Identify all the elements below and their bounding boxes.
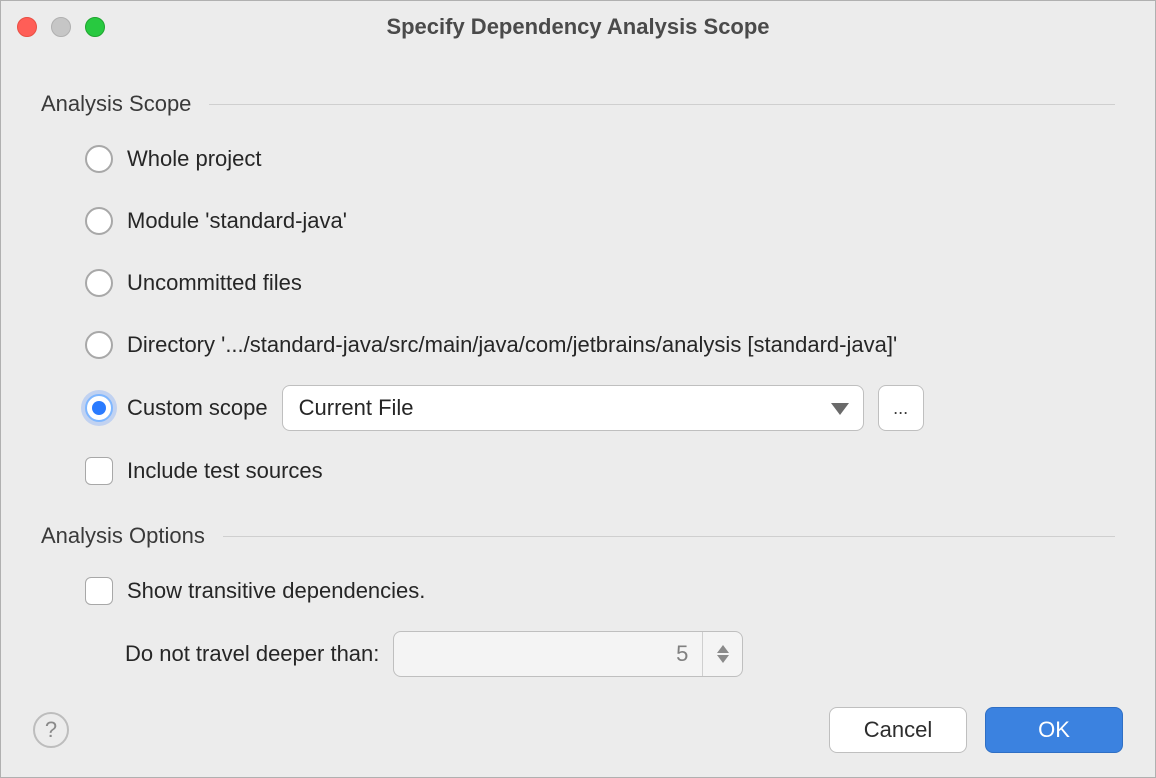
help-button[interactable]: ? — [33, 712, 69, 748]
radio-whole-project[interactable] — [85, 145, 113, 173]
depth-label: Do not travel deeper than: — [125, 641, 379, 667]
cancel-button-label: Cancel — [864, 717, 932, 743]
radio-custom-scope[interactable] — [85, 394, 113, 422]
chevron-down-icon[interactable] — [717, 655, 729, 663]
window-controls — [17, 17, 105, 37]
depth-row: Do not travel deeper than: 5 — [125, 631, 1115, 677]
titlebar: Specify Dependency Analysis Scope — [1, 1, 1155, 53]
chevron-up-icon[interactable] — [717, 645, 729, 653]
radio-uncommitted-label: Uncommitted files — [127, 270, 302, 296]
minimize-icon[interactable] — [51, 17, 71, 37]
include-test-sources-label: Include test sources — [127, 458, 323, 484]
custom-scope-dropdown[interactable]: Current File — [282, 385, 864, 431]
radio-directory-row[interactable]: Directory '.../standard-java/src/main/ja… — [85, 323, 1115, 367]
radio-uncommitted-row[interactable]: Uncommitted files — [85, 261, 1115, 305]
spinner-arrows[interactable] — [702, 632, 742, 676]
radio-custom-scope-label: Custom scope — [127, 395, 268, 421]
include-tests-row[interactable]: Include test sources — [85, 449, 1115, 493]
custom-scope-dropdown-value: Current File — [299, 395, 414, 421]
analysis-options-section-header: Analysis Options — [41, 523, 1115, 549]
ok-button[interactable]: OK — [985, 707, 1123, 753]
maximize-icon[interactable] — [85, 17, 105, 37]
depth-spinner[interactable]: 5 — [393, 631, 743, 677]
ellipsis-icon: ... — [893, 398, 908, 419]
radio-whole-project-row[interactable]: Whole project — [85, 137, 1115, 181]
ok-button-label: OK — [1038, 717, 1070, 743]
help-icon: ? — [45, 717, 57, 743]
radio-module[interactable] — [85, 207, 113, 235]
dialog-footer: ? Cancel OK — [1, 691, 1155, 777]
radio-directory[interactable] — [85, 331, 113, 359]
close-icon[interactable] — [17, 17, 37, 37]
radio-whole-project-label: Whole project — [127, 146, 262, 172]
separator-line — [209, 104, 1115, 105]
cancel-button[interactable]: Cancel — [829, 707, 967, 753]
chevron-down-icon — [831, 395, 849, 421]
radio-module-row[interactable]: Module 'standard-java' — [85, 199, 1115, 243]
show-transitive-checkbox[interactable] — [85, 577, 113, 605]
analysis-scope-section-header: Analysis Scope — [41, 91, 1115, 117]
radio-custom-scope-row[interactable]: Custom scope Current File ... — [85, 385, 1115, 431]
radio-module-label: Module 'standard-java' — [127, 208, 347, 234]
show-transitive-label: Show transitive dependencies. — [127, 578, 425, 604]
show-transitive-row[interactable]: Show transitive dependencies. — [85, 569, 1115, 613]
dependency-analysis-scope-dialog: Specify Dependency Analysis Scope Analys… — [0, 0, 1156, 778]
dialog-title: Specify Dependency Analysis Scope — [1, 14, 1155, 40]
analysis-options-label: Analysis Options — [41, 523, 205, 549]
radio-directory-label: Directory '.../standard-java/src/main/ja… — [127, 332, 897, 358]
depth-value[interactable]: 5 — [394, 641, 702, 667]
radio-uncommitted[interactable] — [85, 269, 113, 297]
analysis-options-group: Show transitive dependencies. Do not tra… — [41, 569, 1115, 677]
dialog-content: Analysis Scope Whole project Module 'sta… — [1, 53, 1155, 691]
browse-scope-button[interactable]: ... — [878, 385, 924, 431]
analysis-scope-group: Whole project Module 'standard-java' Unc… — [41, 137, 1115, 493]
separator-line — [223, 536, 1115, 537]
analysis-scope-label: Analysis Scope — [41, 91, 191, 117]
include-test-sources-checkbox[interactable] — [85, 457, 113, 485]
